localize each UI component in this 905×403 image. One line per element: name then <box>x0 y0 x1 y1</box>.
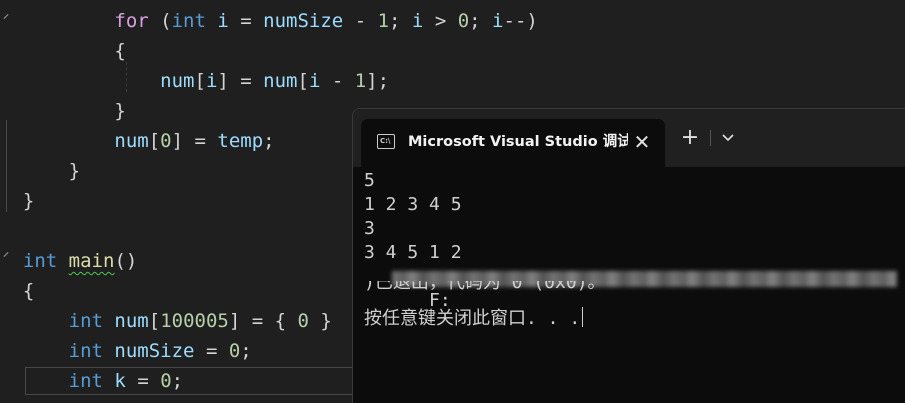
code-token: [ <box>297 70 309 92</box>
code-line: } <box>0 156 80 186</box>
debug-console-window[interactable]: C:\ Microsoft Visual Studio 调试控 ✕ + 5 1 … <box>352 108 905 403</box>
code-token: { <box>0 40 126 62</box>
code-line: { <box>0 276 34 306</box>
code-token: i <box>411 10 424 32</box>
code-token: { <box>0 280 35 302</box>
code-token: [ <box>148 310 161 332</box>
code-line: { <box>0 36 126 66</box>
code-token: = <box>228 10 264 32</box>
code-token: 100005 <box>160 310 229 332</box>
terminal-icon: C:\ <box>377 134 395 149</box>
code-token: num <box>263 70 298 92</box>
code-token: 0 <box>457 10 470 32</box>
code-token: temp <box>217 130 264 152</box>
code-token: 0 <box>160 370 172 392</box>
titlebar-separator <box>710 130 711 146</box>
code-token: i <box>217 10 229 32</box>
terminal-titlebar[interactable]: C:\ Microsoft Visual Studio 调试控 ✕ + <box>353 109 905 167</box>
code-token: = <box>194 340 229 362</box>
code-token: } <box>0 160 81 182</box>
code-token: () <box>114 250 138 272</box>
code-token: ]; <box>366 70 390 92</box>
code-token: } <box>0 100 126 122</box>
code-token: i <box>205 70 218 92</box>
code-token: int <box>68 310 103 332</box>
code-line: for (int i = numSize - 1; i > 0; i--) <box>0 6 538 36</box>
output-line-clipped: )已退出，代码为 0 (0x0)。 <box>364 281 606 293</box>
code-token: ( <box>148 10 172 32</box>
output-line: 1 2 3 4 5 <box>364 194 462 215</box>
new-tab-button[interactable]: + <box>675 123 705 153</box>
output-line-prompt: 按任意键关闭此窗口. . . <box>364 307 584 331</box>
code-token: - <box>320 70 355 92</box>
code-token: 0 <box>228 340 241 362</box>
code-token: = <box>125 370 161 392</box>
code-line: int main() <box>0 246 137 276</box>
code-token: num <box>160 70 195 92</box>
code-token: } <box>0 190 35 212</box>
code-token: i <box>308 70 321 92</box>
code-token: main <box>68 250 115 272</box>
code-line: num[i] = num[i - 1]; <box>0 66 389 96</box>
code-token: k <box>114 370 126 392</box>
code-token: ; <box>469 10 493 32</box>
code-token: 0 <box>160 130 172 152</box>
tab-title: Microsoft Visual Studio 调试控 <box>408 134 628 150</box>
code-token: - <box>343 10 378 32</box>
code-token: --) <box>503 10 538 32</box>
chevron-down-icon[interactable] <box>714 123 742 153</box>
output-line: 3 <box>364 218 375 239</box>
code-token: ] = { <box>228 310 298 332</box>
code-token: [ <box>194 70 206 92</box>
code-line: } <box>0 186 34 216</box>
terminal-tab[interactable]: C:\ Microsoft Visual Studio 调试控 ✕ <box>361 119 665 167</box>
code-token: num <box>114 130 149 152</box>
output-line: 5 <box>364 170 375 191</box>
code-token: [ <box>148 130 161 152</box>
close-icon[interactable]: ✕ <box>627 127 657 157</box>
code-token: int <box>22 250 58 272</box>
code-token: 1 <box>377 10 390 32</box>
code-token: numSize <box>114 340 195 362</box>
code-token: 1 <box>354 70 367 92</box>
code-token: i <box>492 10 504 32</box>
code-token: num <box>114 310 149 332</box>
code-token: } <box>308 310 332 332</box>
code-token: int <box>68 340 103 362</box>
code-line: num[0] = temp; <box>0 126 275 156</box>
code-token: ; <box>240 340 252 362</box>
code-token: ] = <box>217 70 264 92</box>
code-token: int <box>171 10 206 32</box>
code-line: } <box>0 96 126 126</box>
output-line: 3 4 5 1 2 <box>364 242 462 263</box>
code-token: 0 <box>297 310 309 332</box>
code-token: ; <box>389 10 412 32</box>
code-token: > <box>423 10 458 32</box>
code-line: int num[100005] = { 0 } <box>0 306 332 336</box>
code-token: numSize <box>263 10 344 32</box>
code-token: ] = <box>171 130 218 152</box>
code-token: ; <box>171 370 184 392</box>
code-line: int numSize = 0; <box>0 336 252 366</box>
code-line: int k = 0; <box>0 366 183 396</box>
code-token: for <box>114 10 149 32</box>
code-token: ; <box>263 130 275 152</box>
text-caret <box>582 307 584 327</box>
code-token: int <box>68 370 103 392</box>
